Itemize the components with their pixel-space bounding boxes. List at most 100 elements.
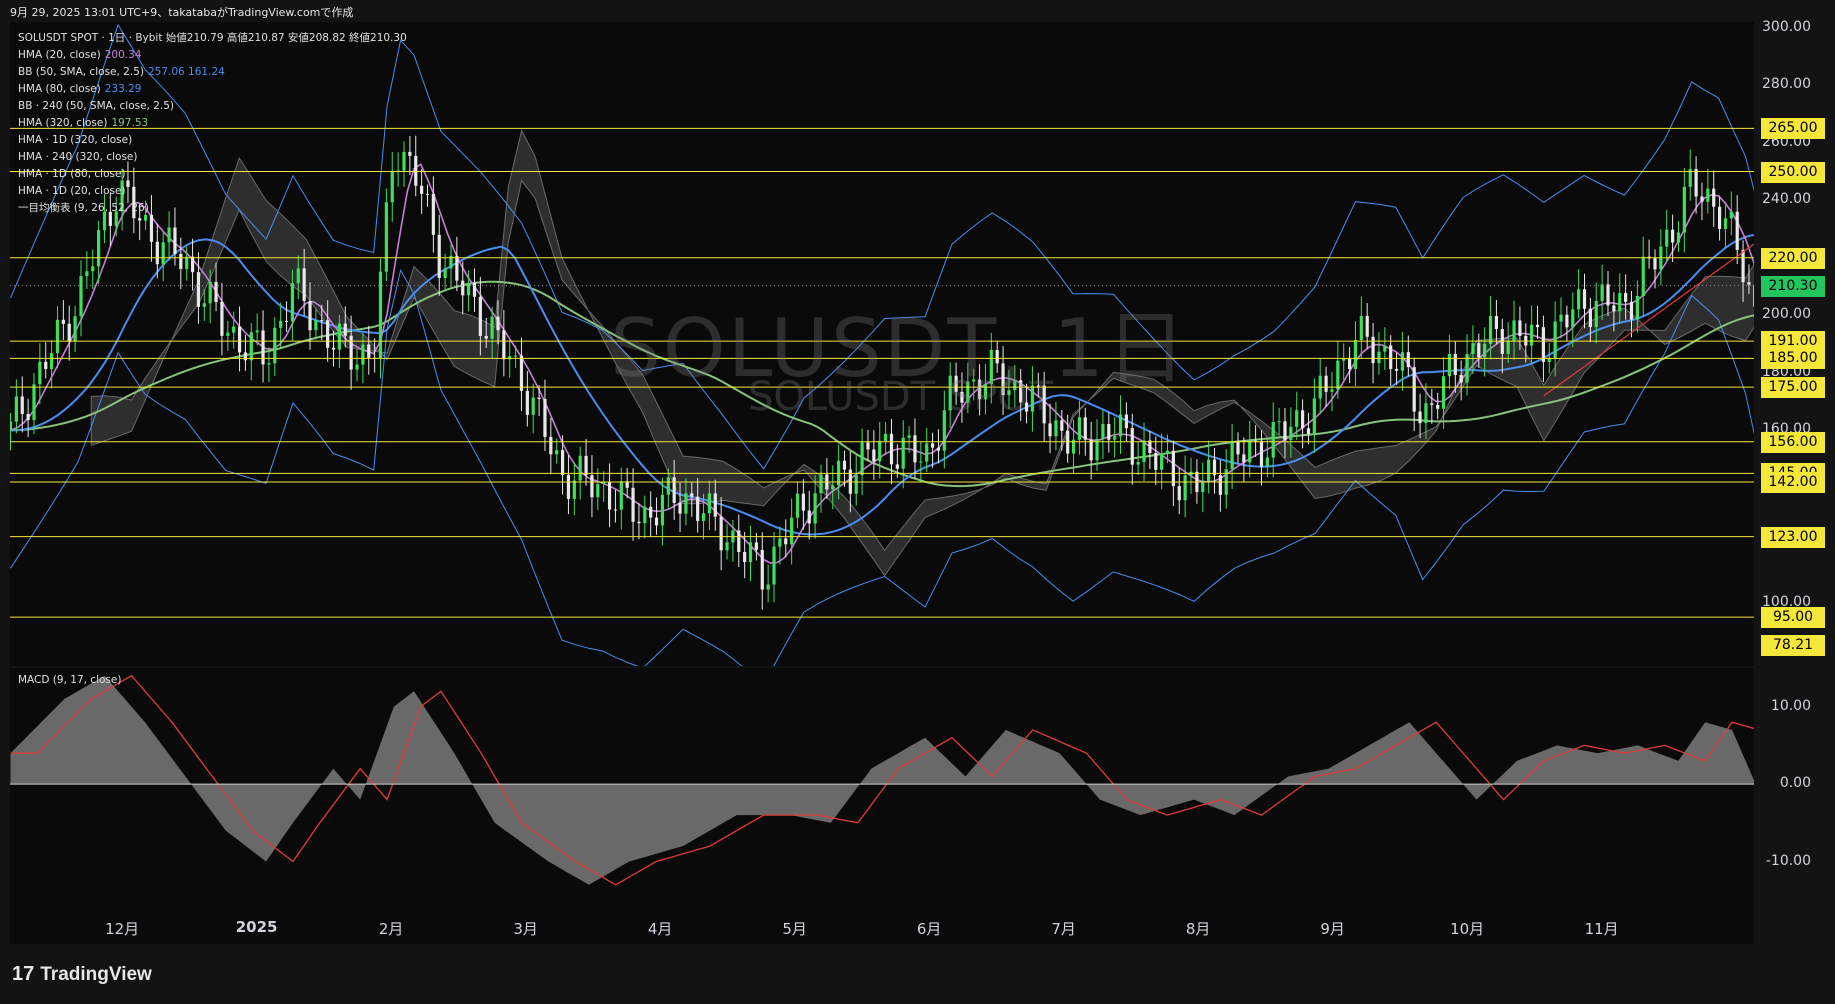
candle-body xyxy=(607,481,612,510)
candle-body xyxy=(1671,229,1675,243)
candle-body xyxy=(696,496,700,521)
candle-body xyxy=(308,300,312,331)
candle-body xyxy=(925,443,929,462)
macd-tick: -10.00 xyxy=(1765,852,1811,869)
level-price-tag[interactable]: 95.00 xyxy=(1761,607,1825,629)
legend-label: HMA · 1D (80, close) xyxy=(18,168,126,180)
candle-body xyxy=(1471,343,1475,354)
candle-body xyxy=(478,296,482,336)
last-price-tag[interactable]: 210.30 xyxy=(1761,275,1825,297)
candle-body xyxy=(1441,376,1446,409)
month-label: 8月 xyxy=(1185,920,1211,938)
candle-body xyxy=(232,326,236,333)
candle-body xyxy=(807,510,811,524)
price-axis[interactable]: 300.00280.00260.00240.00220.00200.00180.… xyxy=(1756,19,1825,944)
candle-body xyxy=(1283,421,1287,441)
level-price-tag[interactable]: 142.00 xyxy=(1761,472,1825,493)
candle-body xyxy=(1113,436,1117,440)
candle-body xyxy=(795,493,800,518)
month-label: 7月 xyxy=(1051,920,1076,938)
candle-body xyxy=(1271,421,1275,458)
candle-body xyxy=(1506,340,1510,354)
candle-body xyxy=(378,271,383,359)
candle-body xyxy=(1336,360,1340,390)
price-tick: 280.00 xyxy=(1762,76,1811,93)
candle-body xyxy=(772,546,776,585)
legend-label: 一目均衡表 (9, 26, 52, 26) xyxy=(18,202,149,214)
level-price-tag[interactable]: 265.00 xyxy=(1761,118,1825,140)
candle-body xyxy=(279,320,283,328)
candle-body xyxy=(67,323,71,342)
candle-body xyxy=(1676,232,1681,243)
legend-label: HMA (20, close) xyxy=(18,49,101,61)
level-price-tag[interactable]: 250.00 xyxy=(1761,161,1825,183)
level-price-tag[interactable]: 175.00 xyxy=(1761,377,1825,399)
candle-body xyxy=(1494,316,1499,330)
candle-body xyxy=(1101,423,1105,439)
legend-row: HMA · 240 (320, close) xyxy=(18,149,407,166)
candle-body xyxy=(261,330,265,365)
legend-label: HMA · 1D (20, close) xyxy=(18,185,126,197)
candle-body xyxy=(138,218,142,221)
candle-body xyxy=(784,538,788,545)
candle-body xyxy=(249,332,253,361)
legend-row: HMA (80, close) 233.29 xyxy=(18,81,407,98)
candle-body xyxy=(537,397,541,400)
candle-body xyxy=(684,493,688,514)
candle-body xyxy=(226,332,230,336)
candle-body xyxy=(831,485,835,490)
level-price-tag[interactable]: 185.00 xyxy=(1761,348,1825,370)
candle-body xyxy=(1248,440,1252,463)
candle-body xyxy=(38,361,42,385)
level-price-tag[interactable]: 156.00 xyxy=(1761,431,1825,453)
candle-body xyxy=(1418,411,1422,424)
candle-body xyxy=(367,344,371,358)
candle-body xyxy=(860,442,864,476)
candle-body xyxy=(196,272,201,307)
candle-body xyxy=(79,276,83,317)
month-label: 2月 xyxy=(378,920,404,938)
time-axis[interactable]: 12月 2025 2月 3月 4月 5月 6月 7月 8月 9月 10月 11月 xyxy=(10,908,1754,944)
candle-body xyxy=(889,433,894,465)
candle-body xyxy=(707,493,712,514)
candle-body xyxy=(220,301,224,336)
candle-body xyxy=(1207,459,1211,482)
legend-label: BB · 240 (50, SMA, close, 2.5) xyxy=(18,100,175,112)
candle-body xyxy=(1606,284,1610,306)
price-pane[interactable]: SOLUSDT, 1日 SOLUSDT SPOT SOLUSDT SPOT · … xyxy=(10,22,1754,666)
candle-body xyxy=(760,549,764,590)
level-price-tag[interactable]: 220.00 xyxy=(1761,247,1825,269)
macd-chart[interactable] xyxy=(10,668,1754,908)
candle-body xyxy=(519,355,524,391)
macd-tick: 10.00 xyxy=(1770,697,1811,714)
macd-pane[interactable]: MACD (9, 17, close) xyxy=(10,668,1754,908)
candle-body xyxy=(1483,343,1487,358)
candle-body xyxy=(408,151,412,156)
level-price-tag[interactable]: 123.00 xyxy=(1761,526,1825,548)
candle-body xyxy=(884,433,888,441)
macd-legend: MACD (9, 17, close) xyxy=(18,674,122,686)
chart-header: 9月 29, 2025 13:01 UTC+9、takatabaがTrading… xyxy=(10,6,354,19)
candle-body xyxy=(766,584,770,590)
candle-body xyxy=(1530,324,1534,346)
candle-body xyxy=(790,517,794,545)
candle-body xyxy=(1312,398,1316,434)
tradingview-logo[interactable]: 17 TradingView xyxy=(12,963,152,986)
legend-value: 197.53 xyxy=(111,117,149,129)
candle-body xyxy=(461,280,465,296)
candle-body xyxy=(1083,417,1087,440)
candle-body xyxy=(801,493,805,511)
level-price-tag[interactable]: 78.21 xyxy=(1761,635,1825,656)
candle-body xyxy=(525,390,529,415)
candle-body xyxy=(167,227,171,243)
legend-row: HMA (320, close) 197.53 xyxy=(18,115,407,132)
candle-body xyxy=(1171,450,1175,487)
legend-row: HMA · 1D (80, close) xyxy=(18,166,407,183)
candle-body xyxy=(1424,403,1428,424)
candle-body xyxy=(267,363,271,365)
candle-body xyxy=(513,355,518,357)
legend-row: SOLUSDT SPOT · 1日 · Bybit 始値210.79 高値210… xyxy=(18,30,407,47)
candle-body xyxy=(1518,320,1522,336)
candle-body xyxy=(1259,440,1264,467)
candle-body xyxy=(1406,352,1410,368)
